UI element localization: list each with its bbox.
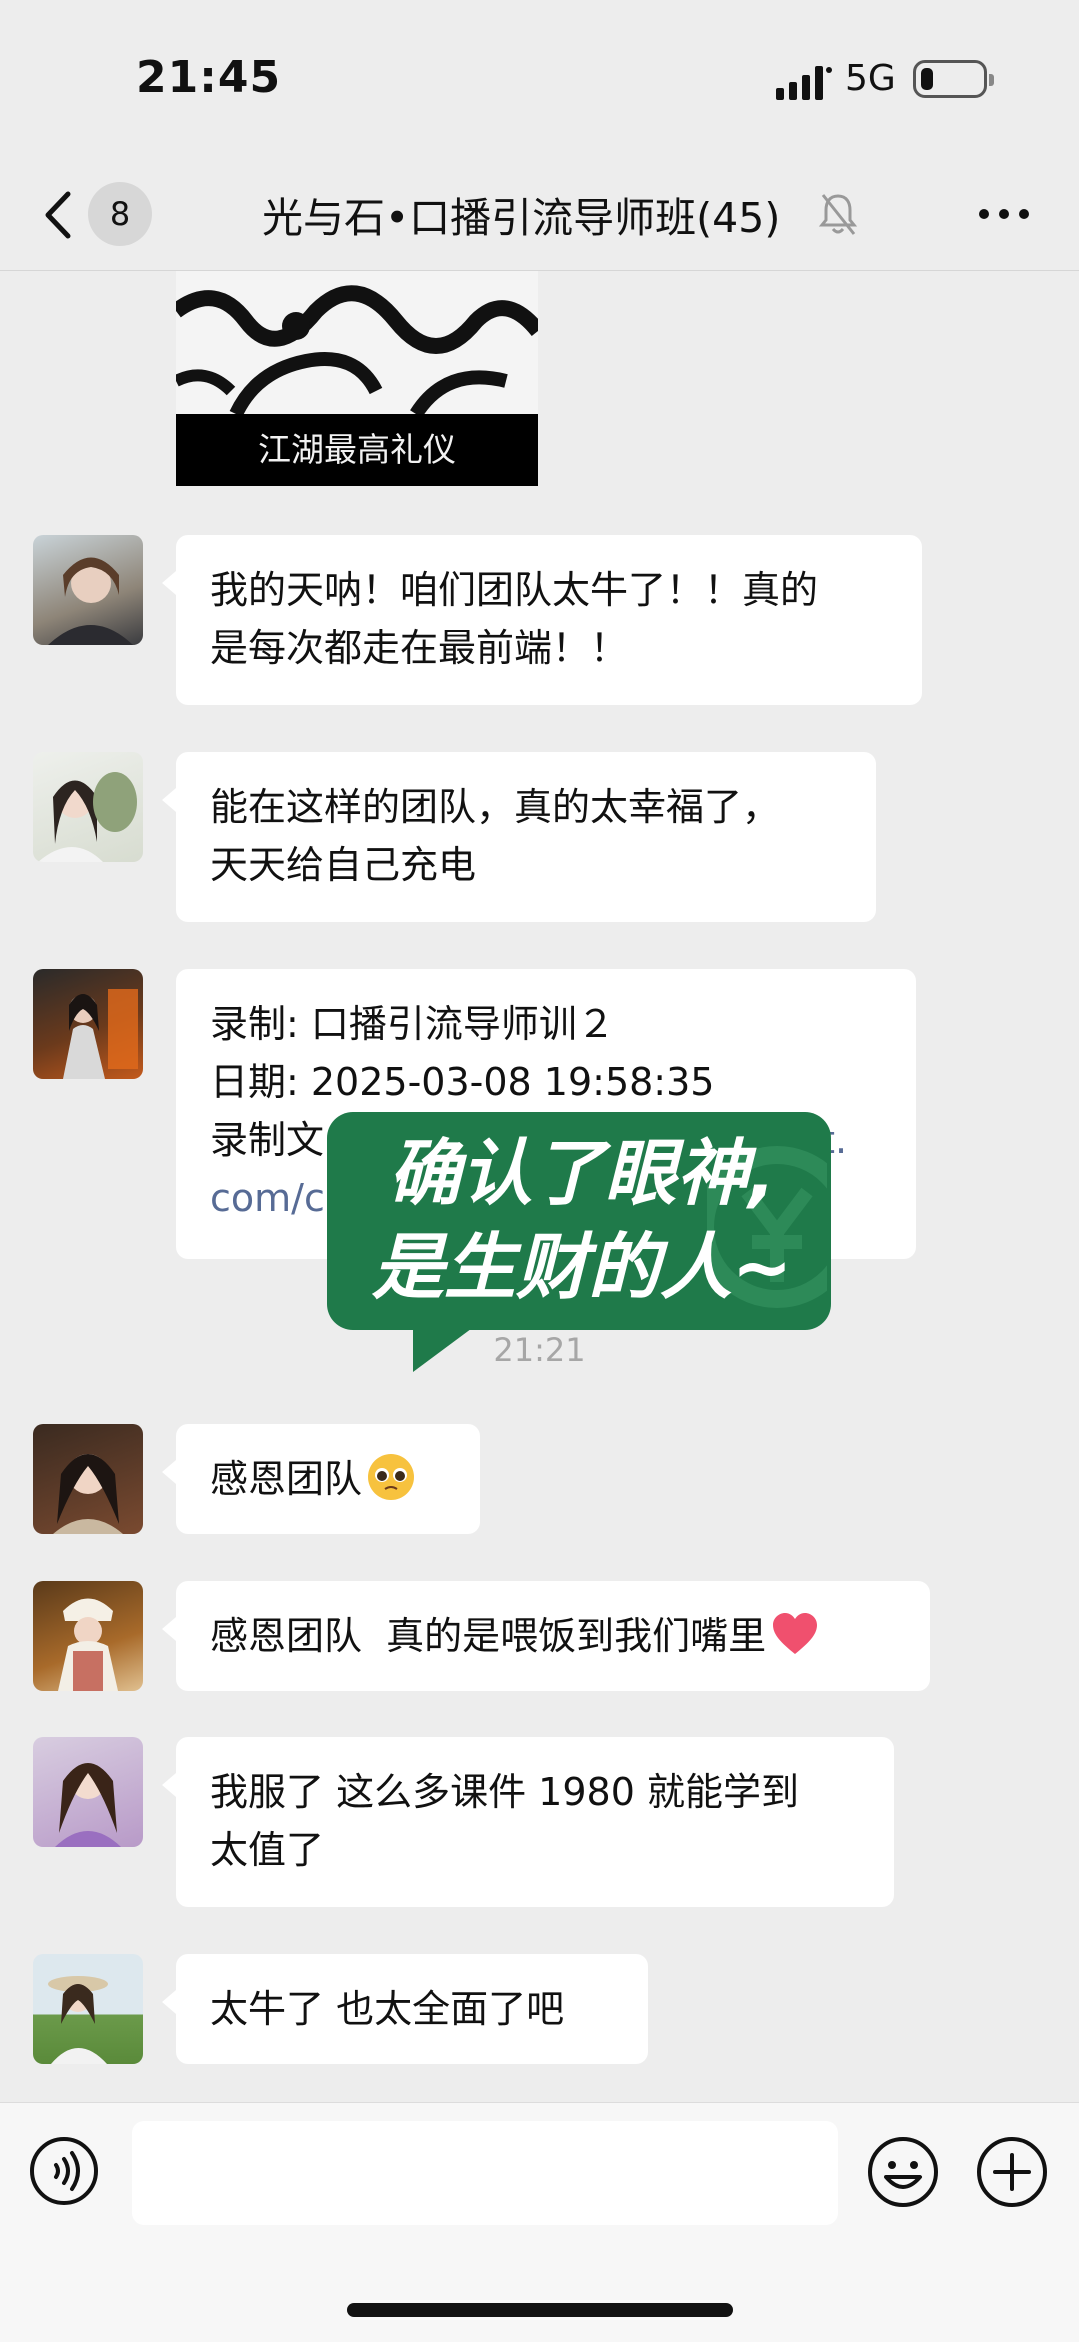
message-bubble[interactable]: 太牛了 也太全面了吧 — [162, 1954, 648, 2064]
message-bubble[interactable]: 我服了 这么多课件 1980 就能学到 太值了 — [162, 1737, 894, 1907]
avatar-portrait-icon — [53, 1454, 123, 1534]
message-bubble[interactable]: 感恩团队 真的是喂饭到我们嘴里 — [162, 1581, 930, 1691]
unread-count-badge[interactable]: 8 — [88, 182, 152, 246]
callout-tail — [413, 1320, 483, 1372]
avatar-portrait-icon — [63, 989, 138, 1079]
message-bubble[interactable]: 感恩团队 — [162, 1424, 480, 1534]
recording-date: 日期: 2025-03-08 19:58:35 — [210, 1060, 715, 1104]
avatar[interactable] — [33, 1954, 143, 2064]
callout-text: 确认了眼神, 是生财的人~ — [347, 1126, 817, 1314]
avatar[interactable] — [33, 535, 143, 645]
status-bar: 21:45 5G — [0, 0, 1079, 160]
message-text: 感恩团队 — [210, 1457, 363, 1501]
sticker-image[interactable]: 江湖最高礼仪 — [176, 271, 538, 486]
heart-emoji-icon — [773, 1613, 818, 1654]
avatar-portrait-icon — [48, 1976, 108, 2064]
recording-title: 录制: 口播引流导师训２ — [210, 1002, 615, 1046]
avatar-portrait-icon — [48, 557, 133, 645]
message-bubble[interactable]: 我的天呐！咱们团队太牛了！！真的 是每次都走在最前端！！ — [162, 535, 922, 705]
battery-icon — [913, 60, 994, 98]
avatar[interactable] — [33, 1424, 143, 1534]
avatar-portrait-icon — [58, 1598, 118, 1691]
chat-title: 光与石•口播引流导师班(45) — [262, 194, 781, 242]
avatar-portrait-icon — [55, 1763, 121, 1847]
promo-callout: 确认了眼神, 是生财的人~ — [327, 1112, 831, 1330]
sticker-pattern-icon — [176, 285, 538, 418]
network-label: 5G — [845, 58, 896, 99]
input-bar — [0, 2102, 1079, 2342]
message-input[interactable] — [132, 2121, 838, 2225]
message-text: 感恩团队 真的是喂饭到我们嘴里 — [210, 1614, 767, 1658]
muted-bell-icon — [818, 194, 858, 235]
more-actions-plus-icon[interactable] — [975, 2135, 1049, 2209]
sticker-caption: 江湖最高礼仪 — [176, 414, 538, 486]
signal-icon — [776, 66, 832, 100]
more-options-icon[interactable] — [978, 204, 1030, 224]
back-chevron-icon[interactable] — [38, 188, 78, 242]
callout-line-1: 确认了眼神, — [388, 1131, 776, 1215]
voice-input-icon[interactable] — [28, 2135, 100, 2207]
avatar-portrait-icon — [38, 772, 137, 862]
chat-message-list[interactable]: 江湖最高礼仪 我的天呐！咱们团队太牛了！！真的 是每次都走在最前端！！ 能在这样… — [0, 271, 1079, 2101]
avatar[interactable] — [33, 752, 143, 862]
message-bubble[interactable]: 能在这样的团队，真的太幸福了， 天天给自己充电 — [162, 752, 876, 922]
callout-line-2: 是生财的人~ — [371, 1225, 793, 1309]
status-time: 21:45 — [136, 52, 282, 103]
home-indicator[interactable] — [347, 2303, 733, 2317]
avatar[interactable] — [33, 1581, 143, 1691]
emoji-picker-icon[interactable] — [866, 2135, 940, 2209]
message-timestamp: 21:21 — [493, 1331, 586, 1369]
avatar[interactable] — [33, 1737, 143, 1847]
pleading-face-emoji-icon — [368, 1454, 415, 1500]
recording-file-label: 录制文 — [210, 1118, 325, 1162]
chat-header: 8 光与石•口播引流导师班(45) — [0, 160, 1079, 271]
avatar[interactable] — [33, 969, 143, 1079]
